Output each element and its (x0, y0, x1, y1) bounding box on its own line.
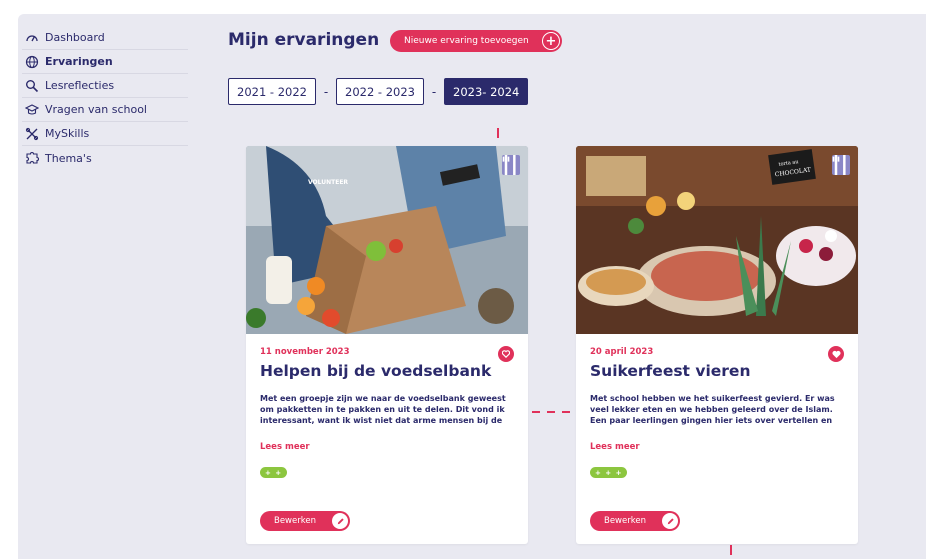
heart-icon[interactable] (498, 346, 514, 362)
card-date: 11 november 2023 (260, 347, 350, 357)
sidebar-item-themas[interactable]: Thema's (22, 146, 188, 170)
edit-button[interactable]: Bewerken (590, 511, 680, 531)
tab-year-2022-2023[interactable]: 2022 - 2023 (336, 78, 424, 105)
graduation-cap-icon (25, 103, 39, 115)
card-title: Suikerfeest vieren (590, 362, 751, 380)
card-title: Helpen bij de voedselbank (260, 362, 492, 380)
card-image-foodbank: VOLUNTEER (246, 146, 528, 334)
edit-button[interactable]: Bewerken (260, 511, 350, 531)
page-title: Mijn ervaringen (228, 30, 380, 50)
sidebar-item-label: Thema's (45, 151, 92, 165)
tools-icon (25, 127, 39, 140)
pencil-icon (332, 513, 348, 529)
year-separator: - (323, 84, 329, 99)
sidebar-item-myskills[interactable]: MySkills (22, 122, 188, 146)
globe-icon (25, 55, 39, 68)
utensils-icon (832, 155, 850, 175)
card-description: Met een groepje zijn we naar de voedselb… (260, 394, 506, 425)
gauge-icon (26, 34, 38, 41)
puzzle-icon (26, 152, 39, 164)
volunteer-text: VOLUNTEER (308, 179, 348, 186)
timeline-connector (562, 411, 570, 413)
card-date: 20 april 2023 (590, 347, 654, 357)
experience-card[interactable]: torta au CHOCOLAT 20 april 2023 Suikerfe… (576, 146, 858, 544)
timeline-connector (532, 411, 540, 413)
card-description: Met school hebben we het suikerfeest gev… (590, 394, 835, 425)
sidebar-item-dashboard[interactable]: Dashboard (22, 26, 188, 50)
pencil-icon (662, 513, 678, 529)
sidebar-item-label: MySkills (45, 127, 90, 140)
sidebar-item-ervaringen[interactable]: Ervaringen (22, 50, 188, 74)
timeline-connector (730, 545, 732, 555)
sidebar: Dashboard Ervaringen Lesreflecties Vrage… (22, 26, 188, 170)
utensils-icon (502, 155, 520, 175)
plus-icon: + (542, 32, 560, 50)
heart-icon[interactable] (828, 346, 844, 362)
magnifier-icon (26, 79, 39, 92)
experience-card[interactable]: VOLUNTEER 11 november 2023 Helpen bij de… (246, 146, 528, 544)
edit-label: Bewerken (604, 516, 646, 526)
edit-label: Bewerken (274, 516, 316, 526)
timeline-connector (547, 411, 555, 413)
sidebar-item-label: Dashboard (45, 31, 105, 44)
sidebar-item-label: Vragen van school (45, 103, 147, 116)
timeline-connector (497, 128, 499, 138)
skill-level-pill: + + + (590, 467, 628, 478)
tab-year-2023-2024[interactable]: 2023- 2024 (444, 78, 529, 105)
card-image-suikerfeest: torta au CHOCOLAT (576, 146, 858, 334)
sidebar-item-label: Ervaringen (45, 55, 113, 68)
year-separator: - (431, 84, 437, 99)
add-experience-button[interactable]: Nieuwe ervaring toevoegen + (390, 30, 562, 52)
read-more-link[interactable]: Lees meer (260, 442, 310, 452)
sidebar-item-vragen-van-school[interactable]: Vragen van school (22, 98, 188, 122)
read-more-link[interactable]: Lees meer (590, 442, 640, 452)
tab-year-2021-2022[interactable]: 2021 - 2022 (228, 78, 316, 105)
year-tabs: 2021 - 2022 - 2022 - 2023 - 2023- 2024 (228, 78, 529, 105)
sidebar-item-lesreflecties[interactable]: Lesreflecties (22, 74, 188, 98)
sidebar-item-label: Lesreflecties (45, 79, 115, 92)
add-experience-label: Nieuwe ervaring toevoegen (404, 36, 529, 46)
skill-level-pill: + + (260, 467, 288, 478)
